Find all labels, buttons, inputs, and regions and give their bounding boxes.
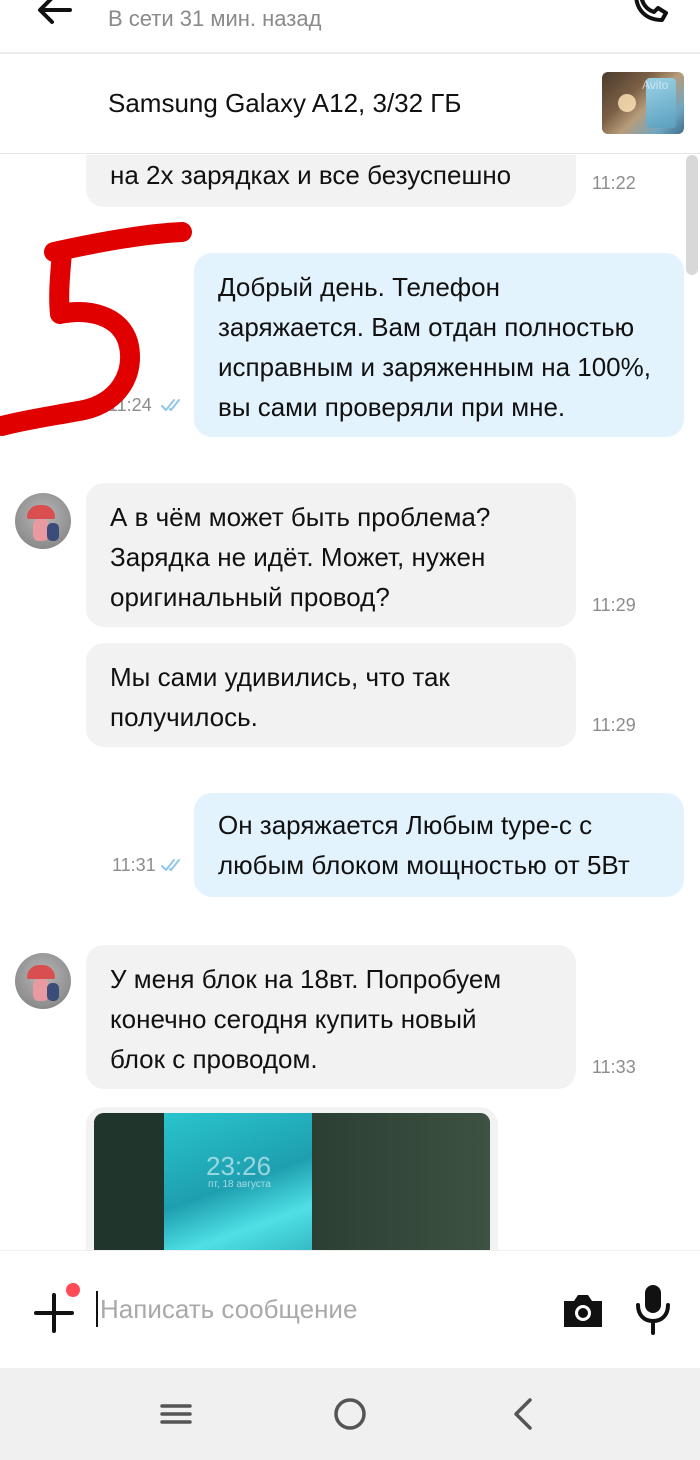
- home-circle-icon: [334, 1398, 366, 1430]
- product-thumbnail[interactable]: Avito: [602, 72, 684, 134]
- system-nav-bar: [0, 1368, 700, 1460]
- avatar-umbrella: [27, 965, 55, 979]
- avatar-figure: [47, 983, 59, 1001]
- message-bubble-incoming[interactable]: А в чём может быть проблема? Зарядка не …: [86, 483, 636, 627]
- avatar[interactable]: [15, 953, 71, 1009]
- online-status: В сети 31 мин. назад: [108, 6, 322, 31]
- attach-badge: [66, 1283, 80, 1297]
- thumbnail-watermark: Avito: [642, 78, 669, 92]
- message-time: 11:29: [592, 595, 636, 615]
- camera-icon: [564, 1295, 602, 1327]
- message-bubble-incoming[interactable]: У меня блок на 18вт. Попробуем конечно с…: [86, 945, 636, 1089]
- message-text: Добрый день. Телефон заряжается. Вам отд…: [218, 272, 651, 422]
- avatar-figure: [47, 523, 59, 541]
- message-bubble-outgoing[interactable]: Добрый день. Телефон заряжается. Вам отд…: [194, 253, 684, 437]
- message-text: Мы сами удивились, что так получилось.: [110, 662, 450, 732]
- message-photo[interactable]: 23:26 пт, 18 августа: [94, 1113, 490, 1250]
- thumbnail-light: [618, 94, 636, 112]
- message-bubble-incoming[interactable]: Мы сами удивились, что так получилось. 1…: [86, 643, 636, 747]
- message-time: 11:31: [112, 855, 156, 875]
- photo-date: пт, 18 августа: [208, 1179, 271, 1190]
- microphone-icon: [636, 1285, 670, 1335]
- nav-back-button[interactable]: [502, 1392, 546, 1436]
- read-ticks-icon: [161, 399, 180, 411]
- message-text: Он заряжается Любым type-c с любым блоко…: [218, 810, 630, 880]
- back-button[interactable]: [30, 0, 80, 36]
- camera-button[interactable]: [560, 1287, 606, 1333]
- menu-icon: [160, 1404, 192, 1424]
- message-text: на 2х зарядках и все безуспешно: [110, 160, 512, 190]
- message-composer: [0, 1250, 700, 1368]
- message-time: 11:29: [592, 715, 636, 735]
- nav-home-button[interactable]: [328, 1392, 372, 1436]
- arrow-left-icon: [38, 0, 72, 24]
- message-text: А в чём может быть проблема? Зарядка не …: [110, 502, 491, 612]
- avatar-umbrella: [27, 505, 55, 519]
- avatar[interactable]: [15, 493, 71, 549]
- message-bubble-incoming[interactable]: на 2х зарядках и все безуспешно 11:22: [86, 155, 636, 207]
- photo-right-shade: [312, 1113, 490, 1250]
- message-list[interactable]: на 2х зарядках и все безуспешно 11:22 До…: [0, 155, 700, 1250]
- chat-screen: В сети 31 мин. назад Samsung Galaxy A12,…: [0, 0, 700, 1460]
- call-button[interactable]: [624, 0, 674, 30]
- product-title: Samsung Galaxy A12, 3/32 ГБ: [108, 88, 462, 118]
- photo-left-shade: [94, 1113, 164, 1250]
- message-time: 11:33: [592, 1057, 636, 1077]
- message-bubble-outgoing[interactable]: Он заряжается Любым type-c с любым блоко…: [194, 793, 684, 897]
- message-input[interactable]: [96, 1281, 536, 1337]
- photo-clock: 23:26: [206, 1151, 272, 1181]
- phone-icon: [634, 0, 668, 22]
- chevron-left-icon: [514, 1398, 532, 1430]
- chat-header: В сети 31 мин. назад: [0, 0, 700, 52]
- message-time: 11:24: [108, 395, 152, 415]
- read-ticks-icon: [161, 859, 180, 871]
- text-cursor: [96, 1291, 98, 1327]
- message-text: У меня блок на 18вт. Попробуем конечно с…: [110, 964, 502, 1074]
- microphone-button[interactable]: [632, 1283, 674, 1335]
- scrollbar[interactable]: [686, 155, 698, 275]
- message-time: 11:22: [592, 173, 636, 193]
- product-card[interactable]: Samsung Galaxy A12, 3/32 ГБ Avito: [0, 54, 700, 154]
- nav-recents-button[interactable]: [154, 1392, 198, 1436]
